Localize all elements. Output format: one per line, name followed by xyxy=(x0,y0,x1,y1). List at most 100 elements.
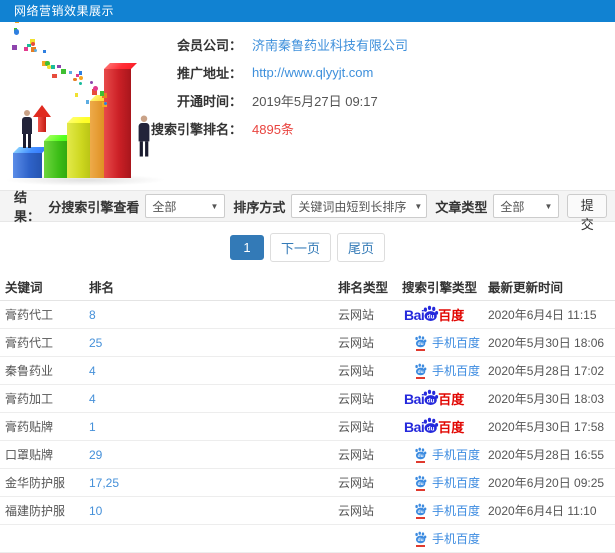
info-field: 搜索引擎排名： 4895条 xyxy=(150,114,615,142)
keyword-cell: 膏药代工 xyxy=(5,336,54,350)
pagination: 1 下一页 尾页 xyxy=(0,222,615,272)
updated-cell: 2020年5月30日 18:06 xyxy=(488,336,605,350)
bar-red xyxy=(104,69,131,178)
engine-cell: Bai du 百度 xyxy=(402,417,488,436)
mobile-baidu-logo: du 手机百度 xyxy=(414,334,480,351)
hero-section: 会员公司： 济南秦鲁药业科技有限公司推广地址： http://www.qlyyjt.… xyxy=(0,22,615,190)
confetti-dot xyxy=(15,22,20,24)
confetti-dot xyxy=(57,64,61,68)
filter-select-value: 全部 xyxy=(500,199,525,214)
info-field-label: 推广地址： xyxy=(176,65,242,81)
info-field-value: 4895条 xyxy=(252,121,294,137)
baidu-paw-icon: du xyxy=(424,389,439,405)
chevron-down-icon: ▼ xyxy=(414,201,423,211)
mobile-baidu-logo: du 手机百度 xyxy=(414,530,480,547)
rank-cell[interactable]: 4 xyxy=(89,392,338,406)
rank-cell[interactable]: 25 xyxy=(89,336,338,350)
info-field: 会员公司： 济南秦鲁药业科技有限公司 xyxy=(150,30,615,58)
filter-label-0: 分搜索引擎查看 xyxy=(48,199,140,215)
table-row: 秦鲁药业 4 云网站 du 手机百度 2020年5月28日 17:02 xyxy=(0,357,615,385)
page-button-current[interactable]: 1 xyxy=(229,234,264,260)
table-body: 膏药代工 8 云网站 Bai du 百度 2020年6月4日 11:15 膏药代工 25 云网站 d… xyxy=(0,301,615,553)
mobile-baidu-label: 手机百度 xyxy=(432,448,481,462)
baidu-paw-icon: du xyxy=(415,503,427,515)
svg-text:du: du xyxy=(418,341,424,347)
updated-cell: 2020年6月4日 11:15 xyxy=(488,308,597,322)
mobile-baidu-logo: du 手机百度 xyxy=(414,474,480,491)
table-row: 膏药加工 4 云网站 Bai du 百度 2020年5月30日 18:03 xyxy=(0,385,615,413)
filter-select-1[interactable]: 关键词由短到长排序 ▼ xyxy=(291,194,428,218)
baidu-logo-bai: Bai xyxy=(404,306,425,323)
engine-cell: du 手机百度 xyxy=(402,334,488,351)
updated-cell: 2020年5月28日 16:55 xyxy=(488,448,605,462)
engine-cell: du 手机百度 xyxy=(402,446,488,463)
mobile-baidu-logo: du 手机百度 xyxy=(414,502,480,519)
svg-text:du: du xyxy=(418,537,424,543)
engine-cell: du 手机百度 xyxy=(402,474,488,491)
engine-cell: Bai du 百度 xyxy=(402,389,488,408)
column-header: 最新更新时间 xyxy=(488,280,564,295)
filter-label-1: 排序方式 xyxy=(233,199,286,215)
chevron-down-icon: ▼ xyxy=(544,201,553,211)
mobile-baidu-logo: du 手机百度 xyxy=(414,362,480,379)
table-row: du 手机百度 xyxy=(0,525,615,553)
confetti-dot xyxy=(79,71,83,75)
rank-cell[interactable]: 4 xyxy=(89,364,338,378)
confetti-dot xyxy=(69,70,73,74)
svg-text:du: du xyxy=(418,453,424,459)
confetti-dot xyxy=(13,29,20,35)
result-label: 结果： xyxy=(14,190,41,224)
info-field-value: 2019年5月27日 09:17 xyxy=(252,93,378,109)
rank-cell[interactable]: 8 xyxy=(89,308,338,322)
confetti-dot xyxy=(99,91,104,96)
updated-cell: 2020年5月30日 17:58 xyxy=(488,420,605,434)
mobile-baidu-underline xyxy=(416,544,425,547)
page-button-2[interactable]: 尾页 xyxy=(337,232,386,262)
svg-text:du: du xyxy=(427,313,435,320)
mobile-baidu-label: 手机百度 xyxy=(432,504,481,518)
filter-select-0[interactable]: 全部 ▼ xyxy=(145,194,226,218)
businessman-figure xyxy=(20,110,34,148)
confetti-dot xyxy=(74,93,78,97)
baidu-paw-icon: du xyxy=(415,363,427,375)
rank-cell[interactable]: 17,25 xyxy=(89,476,338,490)
keyword-cell: 膏药加工 xyxy=(5,392,54,406)
confetti-dot xyxy=(52,73,57,79)
mobile-baidu-label: 手机百度 xyxy=(432,476,481,490)
rank-cell[interactable]: 29 xyxy=(89,448,338,462)
confetti-dot xyxy=(50,65,55,70)
engine-cell: du 手机百度 xyxy=(402,530,488,547)
confetti-dot xyxy=(89,80,94,85)
rank-cell[interactable]: 1 xyxy=(89,420,338,434)
submit-button[interactable]: 提交 xyxy=(567,194,607,232)
updated-cell: 2020年5月28日 17:02 xyxy=(488,364,605,378)
confetti-dot xyxy=(23,46,28,51)
filter-select-value: 全部 xyxy=(152,199,177,214)
chevron-down-icon: ▼ xyxy=(210,201,219,211)
column-header: 排名 xyxy=(89,280,115,295)
info-field: 开通时间： 2019年5月27日 09:17 xyxy=(150,86,615,114)
keyword-cell: 金华防护服 xyxy=(5,476,66,490)
table-row: 膏药代工 8 云网站 Bai du 百度 2020年6月4日 11:15 xyxy=(0,301,615,329)
engine-cell: Bai du 百度 xyxy=(402,305,488,324)
info-field-value[interactable]: 济南秦鲁药业科技有限公司 xyxy=(252,35,408,54)
rank-cell[interactable]: 10 xyxy=(89,504,338,518)
filter-label-2: 文章类型 xyxy=(435,199,488,215)
baidu-logo: Bai du 百度 xyxy=(404,389,464,408)
keyword-cell: 膏药代工 xyxy=(5,308,54,322)
results-table: 关键词 排名 排名类型 搜索引擎类型 最新更新时间 膏药代工 8 云网站 Bai du 百度 202… xyxy=(0,272,615,553)
page-title: 网络营销效果展示 xyxy=(14,4,115,18)
info-field-label: 开通时间： xyxy=(176,93,242,109)
filter-groups: 分搜索引擎查看 全部 ▼ 排序方式 关键词由短到长排序 ▼ 文章类型 全部 ▼ xyxy=(40,194,560,218)
page-button-1[interactable]: 下一页 xyxy=(269,232,331,262)
baidu-logo-cn: 百度 xyxy=(438,308,465,323)
updated-cell: 2020年6月4日 11:10 xyxy=(488,504,597,518)
rank-type-cell: 云网站 xyxy=(338,364,375,378)
info-field: 推广地址： http://www.qlyyjt.com xyxy=(150,58,615,86)
baidu-logo-cn: 百度 xyxy=(438,420,465,435)
info-field-value[interactable]: http://www.qlyyjt.com xyxy=(252,65,373,80)
filter-select-2[interactable]: 全部 ▼ xyxy=(493,194,560,218)
table-row: 膏药贴牌 1 云网站 Bai du 百度 2020年5月30日 17:58 xyxy=(0,413,615,441)
baidu-paw-icon: du xyxy=(424,305,439,321)
baidu-logo-bai: Bai xyxy=(404,390,425,407)
